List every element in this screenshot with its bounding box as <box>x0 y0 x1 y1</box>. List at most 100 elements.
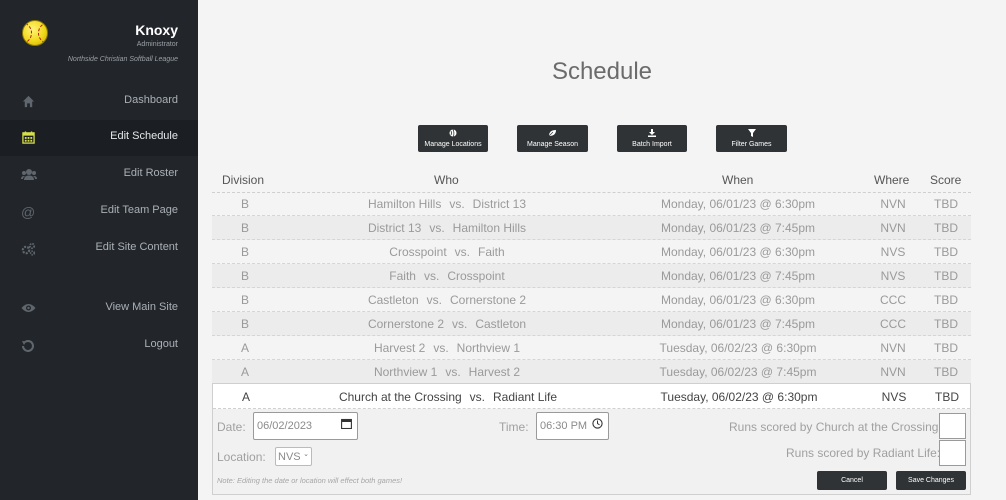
away-team: Hamilton Hills <box>452 221 527 235</box>
profile-role: Administrator <box>136 41 178 48</box>
away-team: Faith <box>478 245 505 259</box>
home-team: Church at the Crossing <box>338 390 462 404</box>
runs-home-input[interactable] <box>939 413 966 439</box>
table-row[interactable]: B Castleton vs. Cornerstone 2 Monday, 06/0… <box>212 288 971 312</box>
table-row[interactable]: B Cornerstone 2 vs. Castleton Monday, 06/0… <box>212 312 971 336</box>
cell-who: Crosspoint vs. Faith <box>302 245 592 259</box>
cell-where: CCC <box>880 293 906 307</box>
cell-division: B <box>240 269 249 283</box>
vs-label: vs. <box>454 245 470 259</box>
edit-game-panel: A Church at the Crossing vs. Radiant Life … <box>212 383 971 495</box>
cell-score: TBD <box>934 365 958 379</box>
cell-when: Monday, 06/01/23 @ 6:30pm <box>660 293 816 307</box>
cell-when: Tuesday, 06/02/23 @ 7:45pm <box>659 365 817 379</box>
cell-division: B <box>240 293 249 307</box>
home-team: Northview 1 <box>373 365 438 379</box>
calendar-picker-icon[interactable] <box>341 418 352 432</box>
nav-logout[interactable]: Logout <box>0 328 198 364</box>
table-row[interactable]: B Faith vs. Crosspoint Monday, 06/01/23 @ … <box>212 264 971 288</box>
cell-division: B <box>240 197 249 211</box>
location-select[interactable]: NVS ⌄ <box>275 447 312 466</box>
cogs-icon <box>21 242 36 256</box>
filter-games-button[interactable]: Filter Games <box>716 125 787 152</box>
cell-division: B <box>240 245 249 259</box>
location-label: Location: <box>217 450 266 464</box>
table-row[interactable]: B Crosspoint vs. Faith Monday, 06/01/23 @ … <box>212 240 971 264</box>
vs-label: vs. <box>426 293 442 307</box>
batch-import-button[interactable]: Batch Import <box>617 125 687 152</box>
leaf-icon <box>517 129 588 139</box>
header-division: Division <box>222 173 265 187</box>
save-changes-button[interactable]: Save Changes <box>896 471 966 490</box>
cell-score: TBD <box>934 341 958 355</box>
batch-import-label: Batch Import <box>632 141 672 148</box>
nav-label: Edit Schedule <box>110 130 178 142</box>
date-input[interactable]: 06/02/2023 <box>253 412 358 440</box>
softball-logo <box>22 20 48 46</box>
table-row[interactable]: B District 13 vs. Hamilton Hills Monday, 0… <box>212 216 971 240</box>
nav-label: Edit Roster <box>123 167 178 179</box>
home-team: Crosspoint <box>389 245 447 259</box>
cell-where: NVN <box>880 221 906 235</box>
nav-edit-team-page[interactable]: @ Edit Team Page <box>0 194 198 230</box>
home-team: Castleton <box>367 293 419 307</box>
cell-who: Harvest 2 vs. Northview 1 <box>302 341 592 355</box>
users-icon <box>21 168 37 182</box>
profile-league: Northside Christian Softball League <box>67 56 178 63</box>
manage-locations-button[interactable]: Manage Locations <box>418 125 488 152</box>
nav-label: Edit Team Page <box>100 204 178 216</box>
clock-icon[interactable] <box>592 418 603 432</box>
nav-label: View Main Site <box>105 301 178 313</box>
manage-season-label: Manage Season <box>527 141 578 148</box>
filter-icon <box>716 129 787 139</box>
globe-icon <box>418 129 488 139</box>
nav-view-main-site[interactable]: View Main Site <box>0 291 198 327</box>
vs-label: vs. <box>469 390 486 404</box>
cancel-button[interactable]: Cancel <box>817 471 887 490</box>
time-input[interactable]: 06:30 PM <box>536 412 609 440</box>
nav-label: Logout <box>144 338 178 350</box>
selected-table-row[interactable]: A Church at the Crossing vs. Radiant Life … <box>213 384 970 409</box>
cell-division: A <box>240 341 249 355</box>
cell-score: TBD <box>934 197 958 211</box>
cell-score: TBD <box>934 269 958 283</box>
cell-where: NVS <box>880 269 906 283</box>
edit-note: Note: Editing the date or location will … <box>217 476 403 485</box>
manage-season-button[interactable]: Manage Season <box>517 125 588 152</box>
cell-when: Monday, 06/01/23 @ 7:45pm <box>660 269 816 283</box>
runs-away-label: Runs scored by Radiant Life: <box>786 446 941 460</box>
away-team: Castleton <box>475 317 527 331</box>
nav-dashboard[interactable]: Dashboard <box>0 84 198 120</box>
chevron-down-icon: ⌄ <box>303 451 309 458</box>
away-team: Crosspoint <box>447 269 505 283</box>
table-row[interactable]: A Northview 1 vs. Harvest 2 Tuesday, 06/02… <box>212 360 971 384</box>
nav-edit-site-content[interactable]: Edit Site Content <box>0 231 198 267</box>
cell-who: Northview 1 vs. Harvest 2 <box>302 365 592 379</box>
runs-home-label: Runs scored by Church at the Crossing: <box>729 420 942 434</box>
cell-when: Tuesday, 06/02/23 @ 6:30pm <box>659 341 817 355</box>
cell-score: TBD <box>934 317 958 331</box>
away-team: District 13 <box>472 197 527 211</box>
page-title: Schedule <box>551 58 653 85</box>
home-icon <box>21 95 35 109</box>
runs-away-input[interactable] <box>939 440 966 466</box>
nav-edit-roster[interactable]: Edit Roster <box>0 157 198 193</box>
away-team: Cornerstone 2 <box>450 293 527 307</box>
vs-label: vs. <box>449 197 465 211</box>
cell-who: Castleton vs. Cornerstone 2 <box>302 293 592 307</box>
nav-edit-schedule[interactable]: Edit Schedule <box>0 120 198 156</box>
table-row[interactable]: A Harvest 2 vs. Northview 1 Tuesday, 06/02… <box>212 336 971 360</box>
table-row[interactable]: B Hamilton Hills vs. District 13 Monday, 0… <box>212 192 971 216</box>
nav-label: Dashboard <box>124 94 178 106</box>
cell-score: TBD <box>935 390 959 404</box>
date-label: Date: <box>217 420 246 434</box>
filter-games-label: Filter Games <box>731 141 772 148</box>
download-icon <box>617 129 687 139</box>
home-team: Faith <box>389 269 416 283</box>
cell-division: A <box>241 390 250 404</box>
vs-label: vs. <box>429 221 445 235</box>
cell-where: NVS <box>881 390 907 404</box>
home-team: Harvest 2 <box>373 341 426 355</box>
cell-when: Monday, 06/01/23 @ 7:45pm <box>660 221 816 235</box>
cell-when: Tuesday, 06/02/23 @ 6:30pm <box>660 390 818 404</box>
